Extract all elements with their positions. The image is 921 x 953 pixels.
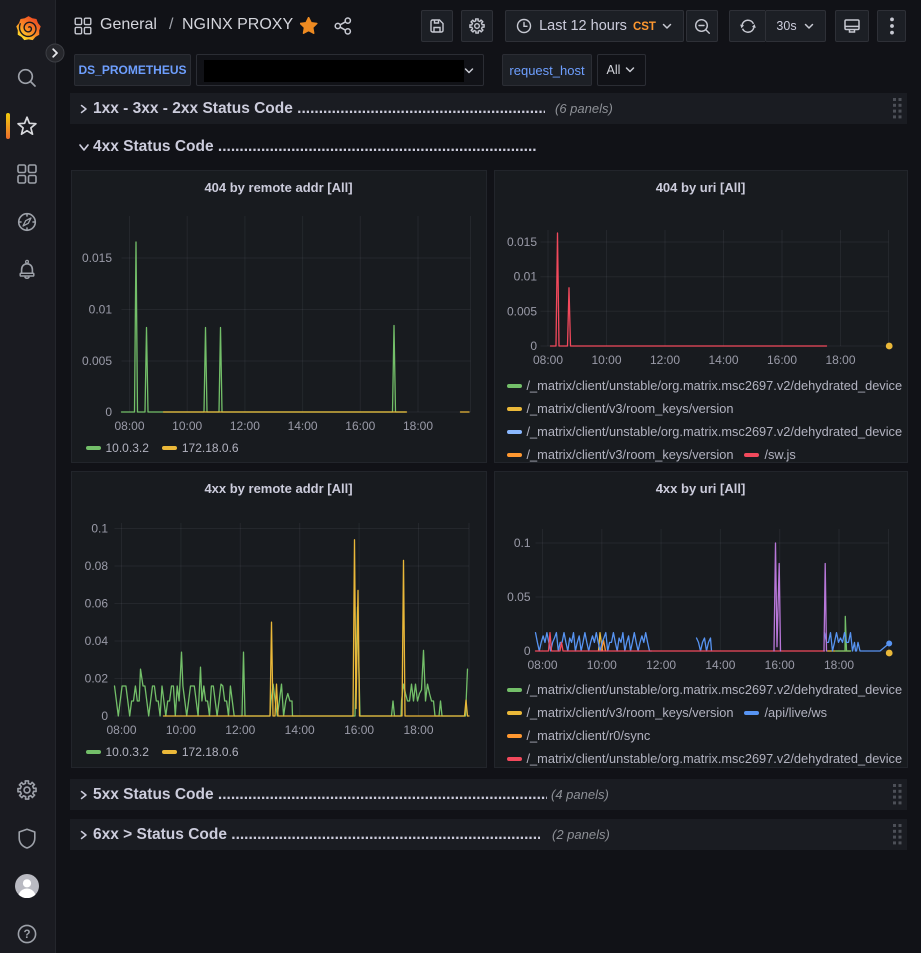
- svg-text:16:00: 16:00: [345, 419, 375, 433]
- svg-text:0.04: 0.04: [84, 634, 108, 648]
- svg-text:14:00: 14:00: [284, 723, 314, 737]
- svg-text:0.08: 0.08: [84, 559, 108, 573]
- svg-text:0.005: 0.005: [506, 304, 536, 318]
- svg-text:0: 0: [105, 405, 112, 419]
- svg-text:12:00: 12:00: [229, 419, 259, 433]
- svg-text:14:00: 14:00: [708, 353, 738, 367]
- svg-text:0.01: 0.01: [513, 270, 537, 284]
- svg-text:10:00: 10:00: [172, 419, 202, 433]
- svg-text:0: 0: [523, 644, 530, 658]
- svg-text:08:00: 08:00: [114, 419, 144, 433]
- svg-text:0.1: 0.1: [513, 536, 530, 550]
- svg-text:10:00: 10:00: [591, 353, 621, 367]
- svg-text:08:00: 08:00: [527, 658, 557, 672]
- svg-text:0: 0: [530, 339, 537, 353]
- svg-text:14:00: 14:00: [705, 658, 735, 672]
- svg-text:16:00: 16:00: [764, 658, 794, 672]
- svg-text:?: ?: [23, 929, 30, 941]
- svg-text:18:00: 18:00: [825, 353, 855, 367]
- svg-text:16:00: 16:00: [344, 723, 374, 737]
- svg-text:0.05: 0.05: [507, 590, 531, 604]
- svg-text:18:00: 18:00: [402, 419, 432, 433]
- svg-text:0: 0: [101, 709, 108, 723]
- svg-text:12:00: 12:00: [646, 658, 676, 672]
- svg-text:10:00: 10:00: [586, 658, 616, 672]
- svg-text:16:00: 16:00: [766, 353, 796, 367]
- svg-text:18:00: 18:00: [823, 658, 853, 672]
- svg-text:08:00: 08:00: [532, 353, 562, 367]
- svg-text:0.015: 0.015: [506, 235, 536, 249]
- svg-text:18:00: 18:00: [403, 723, 433, 737]
- svg-text:0.015: 0.015: [81, 251, 111, 265]
- svg-text:12:00: 12:00: [649, 353, 679, 367]
- svg-text:0.005: 0.005: [81, 354, 111, 368]
- svg-text:14:00: 14:00: [287, 419, 317, 433]
- svg-text:10:00: 10:00: [165, 723, 195, 737]
- svg-text:0.06: 0.06: [84, 597, 108, 611]
- svg-text:0.02: 0.02: [84, 672, 108, 686]
- svg-text:12:00: 12:00: [225, 723, 255, 737]
- svg-text:0.01: 0.01: [88, 303, 112, 317]
- svg-text:08:00: 08:00: [106, 723, 136, 737]
- svg-text:0.1: 0.1: [91, 522, 108, 536]
